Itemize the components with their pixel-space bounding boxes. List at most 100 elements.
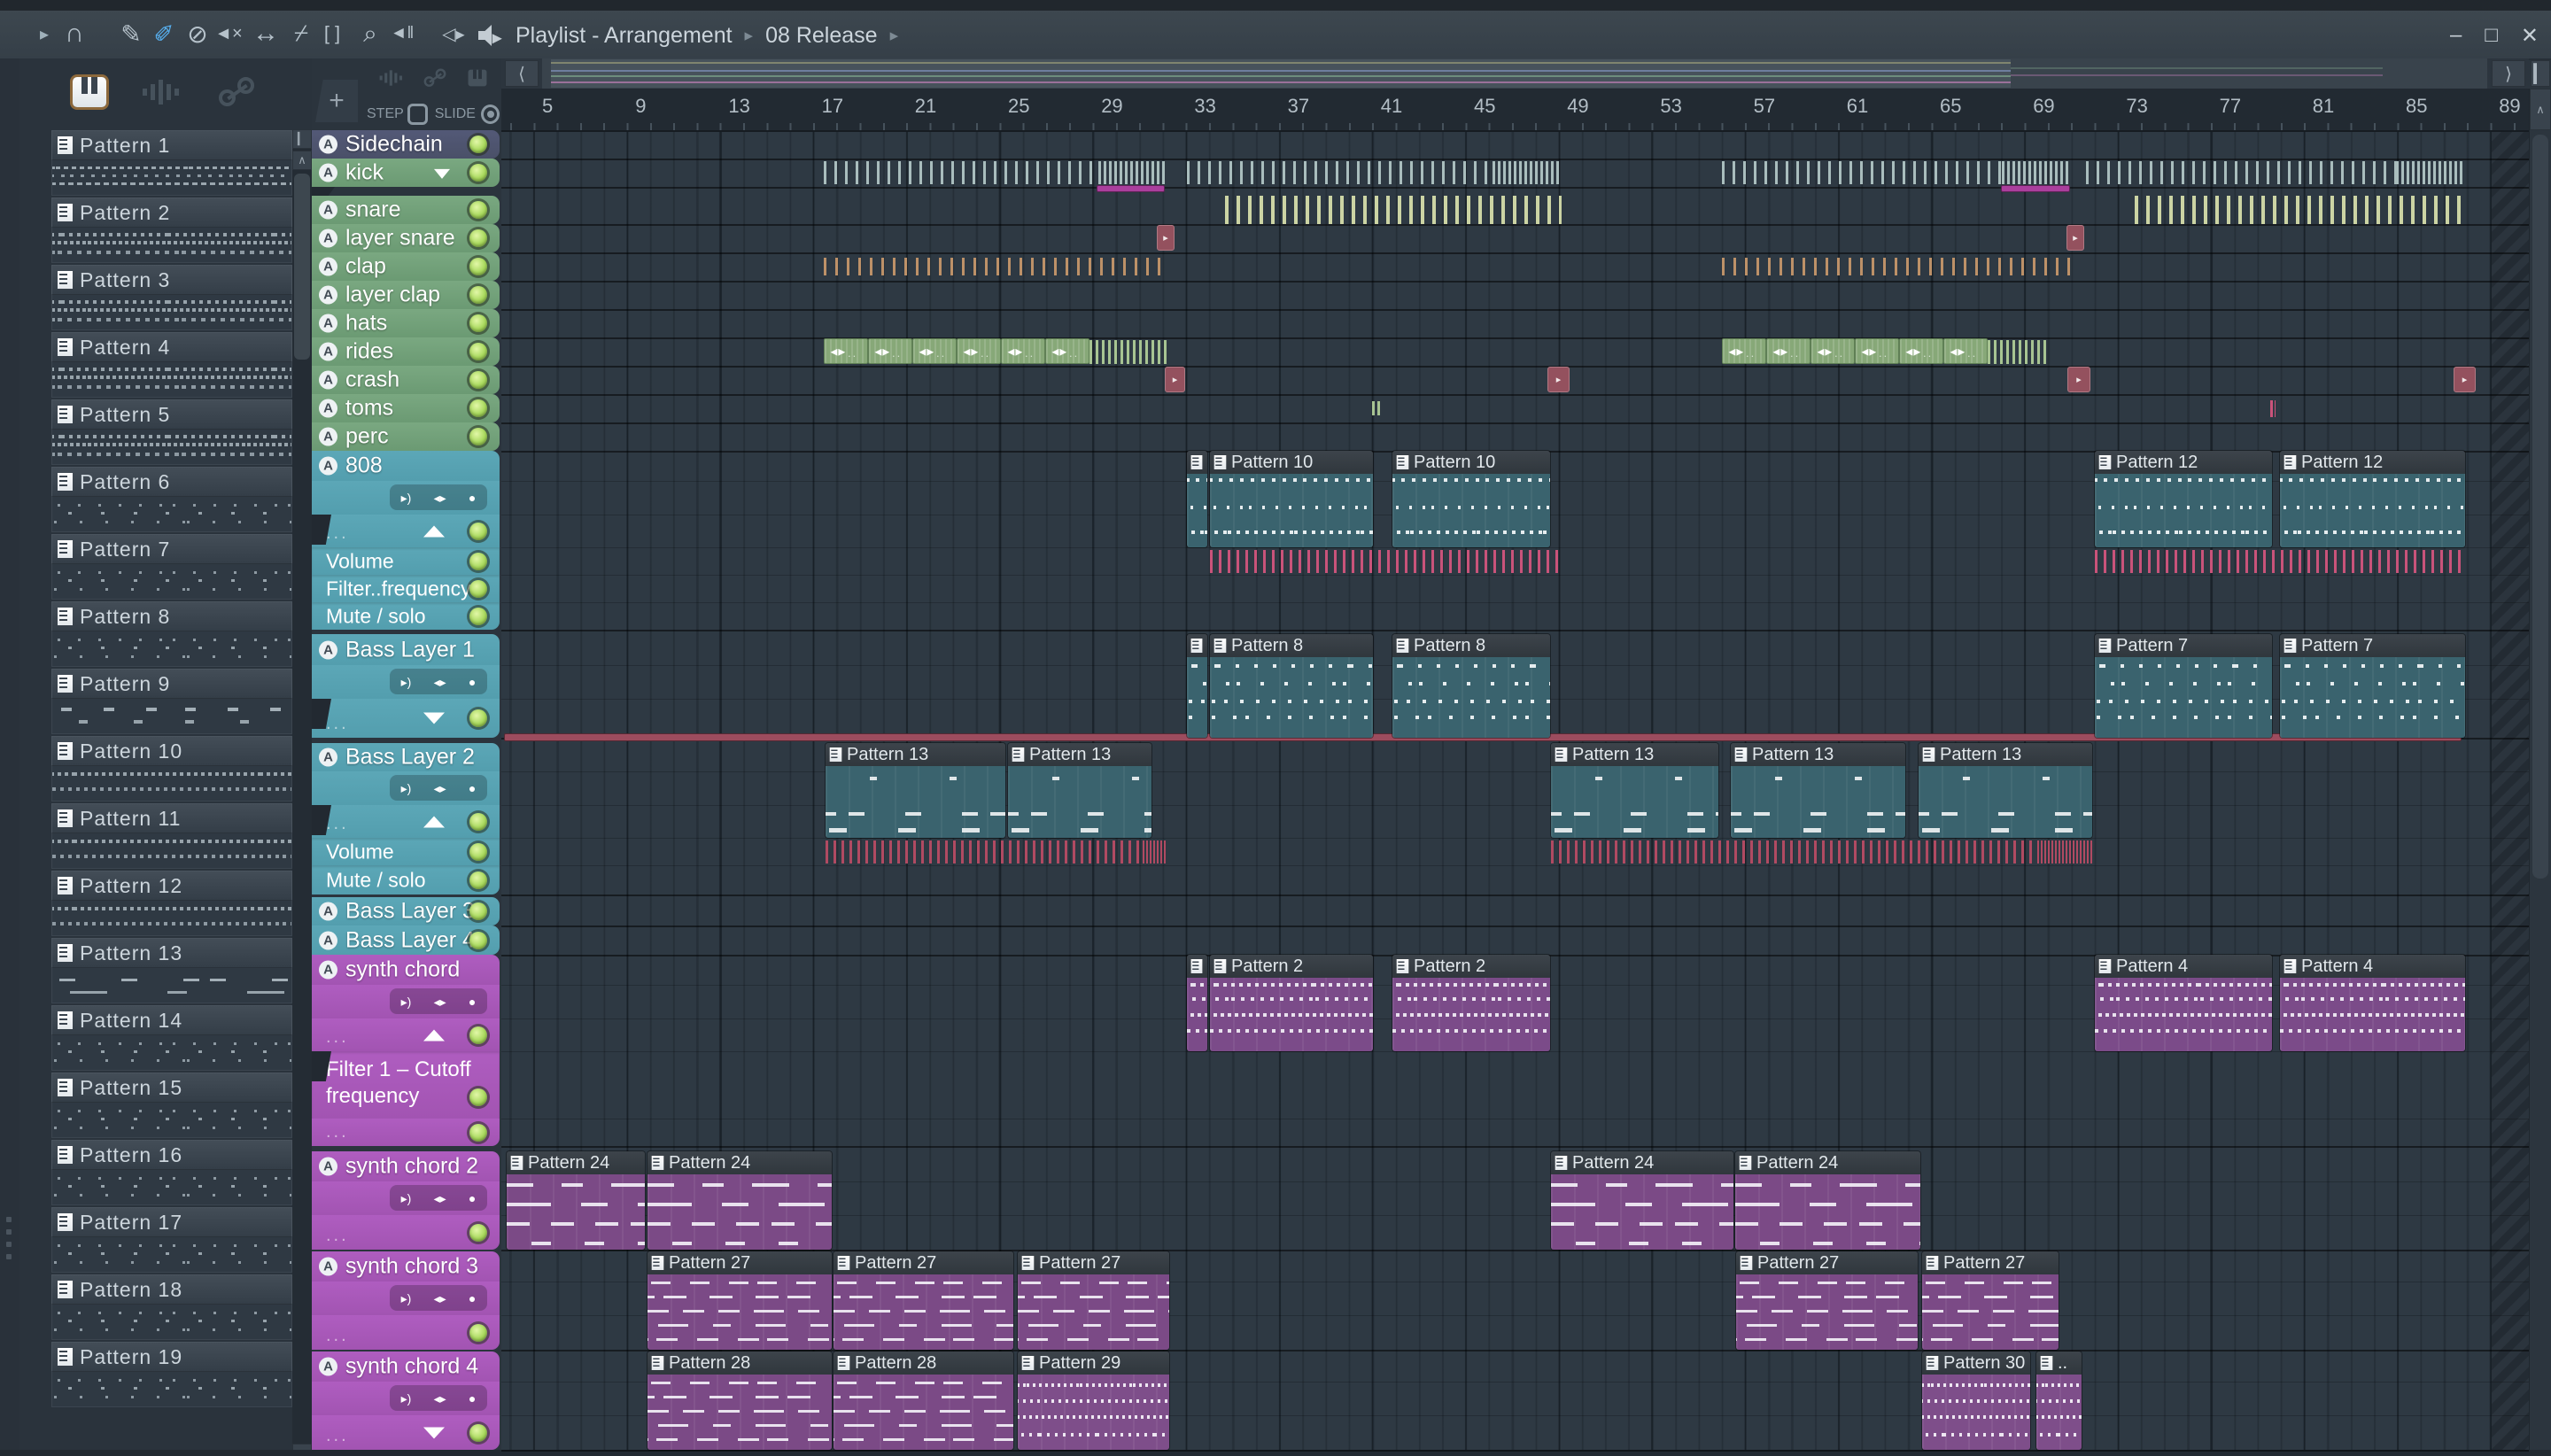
pattern-clip[interactable] (1187, 451, 1207, 547)
monitor-speaker-icon[interactable]: ◂▸ (434, 676, 446, 688)
pattern-clip-header[interactable]: Pattern 10 (1210, 451, 1373, 474)
track-row-bl2[interactable]: A Bass Layer 2 (312, 743, 500, 771)
track-row-sc3[interactable]: Asynth chord 3 (312, 1251, 500, 1282)
track-row-808[interactable]: ▸) ◂▸ ● (312, 481, 500, 515)
track-name-hats[interactable]: hats (345, 311, 387, 337)
pattern-clip[interactable]: Pattern 24 (1735, 1151, 1920, 1250)
monitor-speaker-icon[interactable]: ◂▸ (434, 1392, 446, 1405)
pattern-scroll-thumb[interactable] (294, 174, 310, 360)
dot-icon[interactable]: ● (469, 1192, 476, 1204)
slip-stretch-icon[interactable]: ↔ (248, 16, 283, 51)
track-options-dots[interactable]: ... (326, 1426, 349, 1446)
collapse-down-icon[interactable] (423, 712, 445, 724)
audio-clip-rides[interactable]: ◄►.. (1722, 338, 1766, 364)
pattern-list-item[interactable]: Pattern 6 (51, 467, 292, 532)
pattern-clip[interactable]: Pattern 13 (1919, 743, 2092, 838)
automation-filter-icon[interactable] (216, 73, 257, 112)
mini-audio-clip[interactable]: ▸ (1547, 367, 1570, 392)
pattern-item-header[interactable]: Pattern 13 (51, 938, 292, 968)
pattern-clip-header[interactable]: Pattern 13 (1919, 743, 2092, 766)
collapse-up-icon[interactable] (423, 816, 445, 827)
pattern-item-header[interactable]: Pattern 9 (51, 669, 292, 699)
wave-filter-icon[interactable] (140, 73, 181, 112)
pattern-item-header[interactable]: Pattern 16 (51, 1140, 292, 1170)
track-row-bl4[interactable]: A Bass Layer 4 (312, 925, 500, 955)
pattern-item-header[interactable]: Pattern 17 (51, 1207, 292, 1237)
track-mute-led[interactable] (469, 812, 487, 831)
lane-mute-led[interactable] (469, 552, 487, 570)
pattern-clip[interactable]: Pattern 4 (2280, 955, 2465, 1051)
pattern-list-item[interactable]: Pattern 5 (51, 399, 292, 465)
pattern-clip[interactable]: Pattern 24 (1551, 1151, 1733, 1250)
pattern-clip[interactable]: Pattern 10 (1392, 451, 1550, 547)
pattern-list-scrollbar[interactable]: ▎∧∨ (292, 129, 312, 1456)
lane-mute-led[interactable] (469, 1088, 487, 1106)
track-row-808-sub[interactable]: Filter..frequency (312, 575, 500, 602)
lane-mute-led[interactable] (469, 607, 487, 625)
audio-clip-rides[interactable]: ◄►.. (868, 338, 912, 364)
pattern-clip[interactable]: Pattern 13 (1731, 743, 1905, 838)
pattern-clip-header[interactable]: Pattern 30 (1922, 1351, 2030, 1375)
scrollbar-up-button[interactable]: ∧ (2530, 89, 2551, 130)
pattern-list-item[interactable]: Pattern 13 (51, 938, 292, 1003)
track-name-syn[interactable]: synth chord (345, 957, 460, 983)
scroll-right-button[interactable]: ⟩ (2492, 60, 2525, 87)
pattern-list-item[interactable]: Pattern 10 (51, 736, 292, 802)
minimize-button[interactable]: – (2450, 23, 2462, 49)
pattern-clip-header[interactable] (1187, 955, 1207, 978)
snap-magnet-icon[interactable]: ∩ (57, 16, 92, 51)
audio-clip-rides[interactable]: ◄►.. (957, 338, 1001, 364)
monitor-speaker-icon[interactable]: ◂▸ (434, 492, 446, 504)
track-row-808-sub[interactable]: Mute / solo (312, 602, 500, 630)
track-mute-led[interactable] (469, 1323, 487, 1342)
track-row-bl3[interactable]: A Bass Layer 3 (312, 897, 500, 925)
pattern-list-item[interactable]: Pattern 16 (51, 1140, 292, 1205)
add-track-tab-button[interactable]: + (315, 80, 358, 122)
track-row-bl2[interactable]: ... (312, 805, 500, 838)
track-mute-led[interactable] (469, 902, 487, 920)
track-mute-led[interactable] (469, 1123, 487, 1142)
lane-mute-led[interactable] (469, 842, 487, 861)
pattern-item-header[interactable]: Pattern 7 (51, 534, 292, 564)
track-name-crash[interactable]: crash (345, 368, 399, 393)
track-mute-led[interactable] (469, 931, 487, 949)
track-row-808-sub[interactable]: Volume (312, 547, 500, 575)
track-row-rides[interactable]: Arides (312, 337, 500, 366)
pattern-item-header[interactable]: Pattern 3 (51, 265, 292, 295)
scroll-left-button[interactable]: ⟨ (505, 60, 539, 87)
automation-lane-label[interactable]: Mute / solo (326, 604, 426, 628)
pattern-clip-header[interactable]: Pattern 4 (2280, 955, 2465, 978)
arrangement-name[interactable]: 08 Release (765, 23, 877, 49)
audio-clip-rides[interactable]: ◄►.. (824, 338, 868, 364)
pattern-clip-header[interactable]: Pattern 24 (507, 1151, 645, 1174)
track-mute-led[interactable] (469, 258, 487, 275)
track-mute-led[interactable] (469, 343, 487, 360)
track-mute-led[interactable] (469, 314, 487, 332)
audio-clip-rides[interactable]: ◄►.. (1766, 338, 1811, 364)
track-name-snare[interactable]: snare (345, 197, 401, 223)
track-mute-led[interactable] (469, 1423, 487, 1442)
pattern-clip[interactable]: Pattern 13 (1551, 743, 1718, 838)
pattern-item-header[interactable]: Pattern 2 (51, 197, 292, 228)
track-mute-led[interactable] (469, 522, 487, 540)
pattern-clip-header[interactable]: Pattern 7 (2280, 634, 2465, 657)
track-name-perc[interactable]: perc (345, 424, 389, 450)
track-row-snare[interactable]: Asnare (312, 196, 500, 224)
track-row-crash[interactable]: Acrash (312, 366, 500, 394)
pattern-clip[interactable]: Pattern 7 (2280, 634, 2465, 738)
pattern-clip[interactable] (1187, 634, 1207, 738)
track-row-sidechain[interactable]: A Sidechain (312, 130, 500, 159)
track-name-sidechain[interactable]: Sidechain (345, 132, 443, 158)
track-row-syn[interactable]: ... (312, 1119, 500, 1146)
track-row-808[interactable]: ... (312, 515, 500, 547)
track-name-bl2[interactable]: Bass Layer 2 (345, 745, 475, 771)
pattern-clip[interactable]: Pattern 13 (1008, 743, 1151, 838)
mini-audio-clip[interactable]: ▸ (2067, 367, 2090, 392)
pattern-item-header[interactable]: Pattern 1 (51, 130, 292, 160)
track-row-sc4[interactable]: ... (312, 1415, 500, 1450)
pattern-list-item[interactable]: Pattern 11 (51, 803, 292, 869)
audio-clip-rides[interactable]: ◄►.. (1811, 338, 1855, 364)
track-mute-led[interactable] (469, 1223, 487, 1242)
pattern-clip-header[interactable]: Pattern 13 (1008, 743, 1151, 766)
track-row-perc[interactable]: Aperc (312, 422, 500, 451)
